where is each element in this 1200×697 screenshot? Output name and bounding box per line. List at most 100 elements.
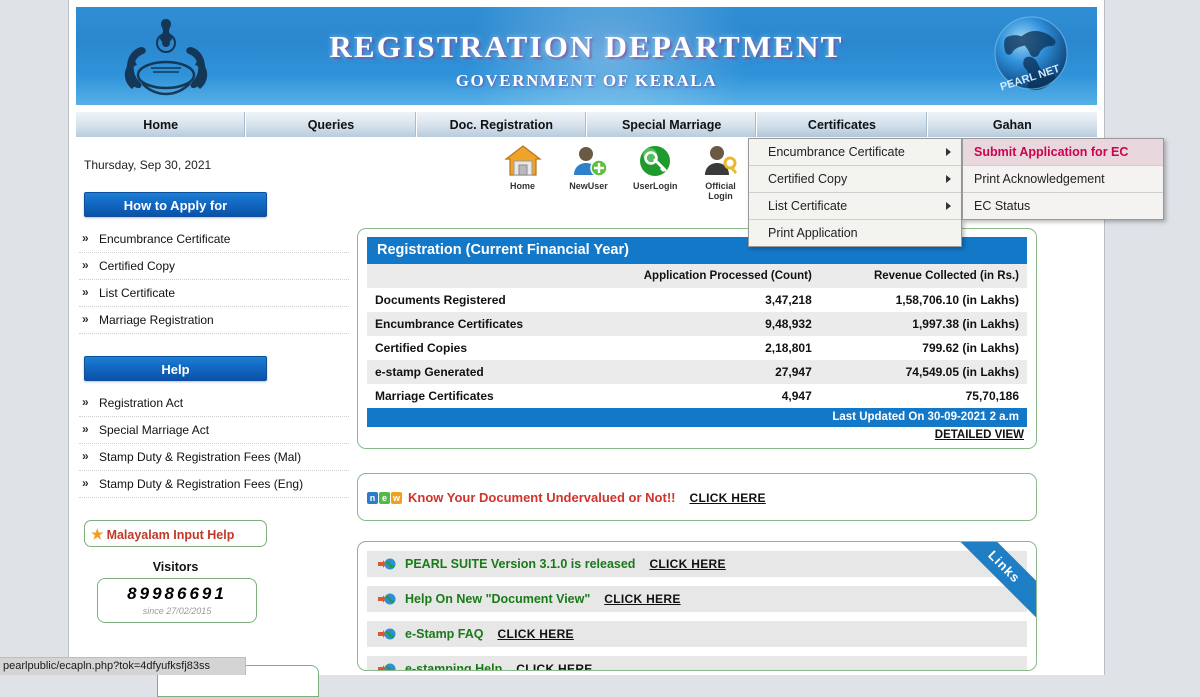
chevron-right-icon: » bbox=[82, 312, 89, 326]
sidebar-item-label: Registration Act bbox=[99, 396, 183, 410]
nav-item-label: Certificates bbox=[808, 118, 876, 132]
nav-item-home[interactable]: Home bbox=[76, 112, 246, 137]
new-badge-letter: e bbox=[379, 492, 390, 504]
icon-bar-label: UserLogin bbox=[633, 181, 676, 191]
detailed-view-link[interactable]: DETAILED VIEW bbox=[367, 429, 1027, 441]
main-content: Registration (Current Financial Year) Ap… bbox=[357, 228, 1037, 671]
chevron-right-icon: » bbox=[82, 449, 89, 463]
row-label: Encumbrance Certificates bbox=[367, 312, 583, 336]
visitors-count: 89986691 bbox=[98, 584, 256, 604]
submenu-item-ec-status[interactable]: EC Status bbox=[963, 193, 1163, 219]
nav-item-special-marriage[interactable]: Special Marriage bbox=[587, 112, 757, 137]
row-count: 3,47,218 bbox=[583, 288, 820, 312]
row-label: Marriage Certificates bbox=[367, 384, 583, 408]
row-count: 27,947 bbox=[583, 360, 820, 384]
main-navigation[interactable]: Home Queries Doc. Registration Special M… bbox=[76, 112, 1097, 137]
column-header-count: Application Processed (Count) bbox=[583, 264, 820, 288]
encumbrance-certificate-submenu[interactable]: Submit Application for EC Print Acknowle… bbox=[962, 138, 1164, 220]
chevron-right-icon: » bbox=[82, 231, 89, 245]
list-item[interactable]: e-Stamp FAQ CLICK HERE bbox=[367, 621, 1027, 647]
nav-item-doc-registration[interactable]: Doc. Registration bbox=[417, 112, 587, 137]
official-login-icon bbox=[701, 142, 741, 180]
user-login-icon bbox=[635, 142, 675, 180]
sidebar-item-list-certificate[interactable]: » List Certificate bbox=[79, 280, 349, 307]
sidebar-item-label: Marriage Registration bbox=[99, 313, 214, 327]
table-header-row: Application Processed (Count) Revenue Co… bbox=[367, 264, 1027, 288]
browser-status-bar: pearlpublic/ecapln.php?tok=4dfyufksfj83s… bbox=[0, 657, 246, 675]
page-title: REGISTRATION DEPARTMENT bbox=[76, 29, 1097, 65]
menu-item-encumbrance-certificate[interactable]: Encumbrance Certificate bbox=[749, 139, 961, 166]
sidebar-item-special-marriage-act[interactable]: » Special Marriage Act bbox=[79, 417, 349, 444]
nav-item-label: Doc. Registration bbox=[450, 118, 554, 132]
icon-bar-item-user-login[interactable]: UserLogin bbox=[633, 142, 676, 201]
nav-item-gahan[interactable]: Gahan bbox=[928, 112, 1097, 137]
pearl-net-globe-icon: PEARL NET bbox=[987, 11, 1075, 99]
table-row: Encumbrance Certificates 9,48,932 1,997.… bbox=[367, 312, 1027, 336]
site-banner: REGISTRATION DEPARTMENT GOVERNMENT OF KE… bbox=[76, 7, 1097, 105]
sidebar-item-encumbrance-certificate[interactable]: » Encumbrance Certificate bbox=[79, 226, 349, 253]
chevron-right-icon bbox=[946, 148, 951, 156]
registration-table: Application Processed (Count) Revenue Co… bbox=[367, 264, 1027, 408]
list-item-link[interactable]: CLICK HERE bbox=[604, 592, 680, 606]
icon-bar-label: Home bbox=[501, 181, 544, 191]
menu-item-list-certificate[interactable]: List Certificate bbox=[749, 193, 961, 220]
list-item-label: e-Stamp FAQ bbox=[405, 627, 484, 641]
chevron-right-icon: » bbox=[82, 422, 89, 436]
submenu-item-label: Print Acknowledgement bbox=[974, 172, 1105, 186]
sidebar-item-stamp-duty-eng[interactable]: » Stamp Duty & Registration Fees (Eng) bbox=[79, 471, 349, 498]
row-count: 4,947 bbox=[583, 384, 820, 408]
nav-item-label: Gahan bbox=[993, 118, 1032, 132]
visitors-label: Visitors bbox=[79, 560, 272, 574]
list-item-link[interactable]: CLICK HERE bbox=[649, 557, 725, 571]
list-item-link[interactable]: CLICK HERE bbox=[516, 662, 592, 671]
sidebar-item-label: Stamp Duty & Registration Fees (Eng) bbox=[99, 477, 303, 491]
icon-bar-label: NewUser bbox=[567, 181, 610, 191]
chevron-right-icon bbox=[946, 175, 951, 183]
sidebar-item-label: List Certificate bbox=[99, 286, 175, 300]
menu-item-certified-copy[interactable]: Certified Copy bbox=[749, 166, 961, 193]
new-user-icon bbox=[569, 142, 609, 180]
globe-bullet-icon bbox=[377, 556, 396, 572]
sidebar-item-stamp-duty-mal[interactable]: » Stamp Duty & Registration Fees (Mal) bbox=[79, 444, 349, 471]
nav-item-certificates[interactable]: Certificates bbox=[757, 112, 927, 137]
menu-item-print-application[interactable]: Print Application bbox=[749, 220, 961, 246]
chevron-right-icon bbox=[946, 202, 951, 210]
current-date: Thursday, Sep 30, 2021 bbox=[84, 158, 364, 172]
new-badge-letter: n bbox=[367, 492, 378, 504]
list-item[interactable]: PEARL SUITE Version 3.1.0 is released CL… bbox=[367, 551, 1027, 577]
icon-bar-item-official-login[interactable]: Official Login bbox=[699, 142, 742, 201]
undervalued-notice-card: n e w Know Your Document Undervalued or … bbox=[357, 473, 1037, 521]
certificates-dropdown-menu[interactable]: Encumbrance Certificate Certified Copy L… bbox=[748, 138, 962, 247]
list-item-label: e-stamping Help bbox=[405, 662, 502, 671]
sidebar-item-registration-act[interactable]: » Registration Act bbox=[79, 390, 349, 417]
submenu-item-submit-application-for-ec[interactable]: Submit Application for EC bbox=[963, 139, 1163, 166]
malayalam-input-help-button[interactable]: ★Malayalam Input Help bbox=[84, 520, 267, 547]
list-item-link[interactable]: CLICK HERE bbox=[498, 627, 574, 641]
nav-item-queries[interactable]: Queries bbox=[246, 112, 416, 137]
how-to-apply-list: » Encumbrance Certificate » Certified Co… bbox=[79, 226, 364, 334]
nav-item-label: Home bbox=[143, 118, 178, 132]
home-icon bbox=[503, 142, 543, 180]
screen: REGISTRATION DEPARTMENT GOVERNMENT OF KE… bbox=[0, 0, 1200, 675]
menu-item-label: Encumbrance Certificate bbox=[768, 145, 905, 159]
sidebar-item-marriage-registration[interactable]: » Marriage Registration bbox=[79, 307, 349, 334]
icon-bar-item-new-user[interactable]: NewUser bbox=[567, 142, 610, 201]
submenu-item-print-acknowledgement[interactable]: Print Acknowledgement bbox=[963, 166, 1163, 193]
table-row: Documents Registered 3,47,218 1,58,706.1… bbox=[367, 288, 1027, 312]
page-subtitle: GOVERNMENT OF KERALA bbox=[76, 71, 1097, 91]
row-count: 9,48,932 bbox=[583, 312, 820, 336]
sidebar-item-certified-copy[interactable]: » Certified Copy bbox=[79, 253, 349, 280]
sidebar-item-label: Encumbrance Certificate bbox=[99, 232, 230, 246]
row-label: Certified Copies bbox=[367, 336, 583, 360]
row-revenue: 1,997.38 (in Lakhs) bbox=[820, 312, 1027, 336]
chevron-right-icon: » bbox=[82, 285, 89, 299]
visitors-counter: 89986691 since 27/02/2015 bbox=[97, 578, 257, 623]
malayalam-input-help-label: Malayalam Input Help bbox=[107, 528, 235, 542]
list-item[interactable]: Help On New "Document View" CLICK HERE bbox=[367, 586, 1027, 612]
visitors-since: since 27/02/2015 bbox=[98, 606, 256, 616]
list-item[interactable]: e-stamping Help CLICK HERE bbox=[367, 656, 1027, 671]
notice-click-here-link[interactable]: CLICK HERE bbox=[689, 491, 765, 505]
how-to-apply-header: How to Apply for bbox=[84, 192, 267, 217]
row-label: Documents Registered bbox=[367, 288, 583, 312]
icon-bar-item-home[interactable]: Home bbox=[501, 142, 544, 201]
